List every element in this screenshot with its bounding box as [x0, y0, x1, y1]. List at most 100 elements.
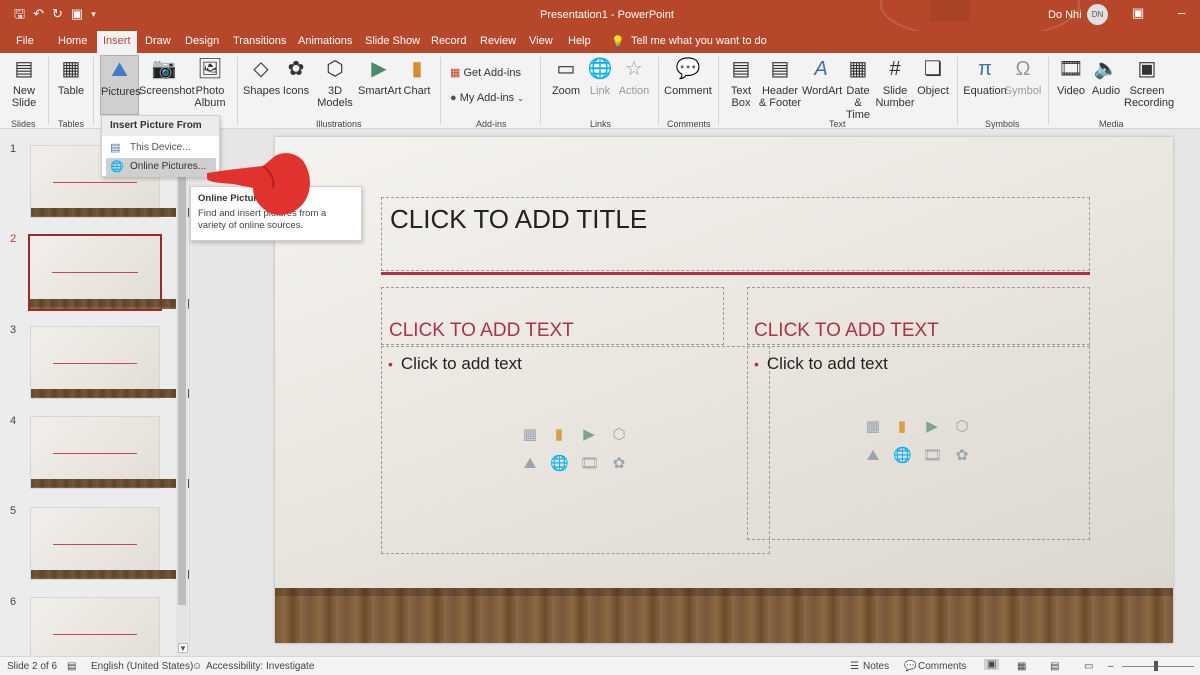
- date-time-button[interactable]: ▦ Date & Time: [842, 57, 874, 121]
- right-bullet[interactable]: • Click to add text: [754, 354, 888, 374]
- slide-thumbnail[interactable]: [30, 326, 189, 399]
- zoom-button[interactable]: ▭ Zoom: [548, 57, 584, 97]
- 3d-models-button[interactable]: ⬡ 3D Models: [313, 57, 357, 109]
- get-addins-button[interactable]: ▦ Get Add-ins: [450, 66, 521, 79]
- header-footer-button[interactable]: ▤ Header & Footer: [758, 57, 802, 109]
- chart-button[interactable]: ▮ Chart: [403, 57, 431, 97]
- tell-me-search[interactable]: Tell me what you want to do: [631, 35, 767, 47]
- insert-smartart-icon[interactable]: ▶: [580, 426, 598, 444]
- slide-thumbnail[interactable]: [30, 416, 189, 489]
- accessibility-status[interactable]: Accessibility: Investigate: [206, 661, 314, 672]
- insert-icon-icon[interactable]: ✿: [610, 455, 628, 473]
- insert-chart-icon[interactable]: ▮: [550, 426, 568, 444]
- zoom-out-icon[interactable]: –: [1108, 661, 1114, 672]
- audio-button[interactable]: 🔈 Audio: [1090, 57, 1122, 97]
- shapes-button[interactable]: ◇ Shapes: [243, 57, 280, 97]
- action-button[interactable]: ☆ Action: [617, 57, 651, 97]
- link-button[interactable]: 🌐 Link: [586, 57, 614, 97]
- minimize-icon[interactable]: –: [1178, 5, 1185, 20]
- pictures-icon: ⛰: [111, 59, 128, 81]
- group-label-tables: Tables: [58, 119, 85, 129]
- my-addins-button[interactable]: ● My Add-ins ⌄: [450, 92, 524, 104]
- normal-view-icon[interactable]: ▣: [984, 659, 1000, 670]
- tab-view[interactable]: View: [529, 35, 553, 47]
- insert-icon-icon[interactable]: ✿: [953, 447, 971, 465]
- insert-picture-icon[interactable]: ⛰: [521, 455, 539, 473]
- new-slide-button[interactable]: ▤ New Slide: [6, 57, 42, 109]
- screen-recording-button[interactable]: ▣ Screen Recording: [1124, 57, 1174, 109]
- insert-table-icon[interactable]: ▦: [864, 418, 882, 436]
- slide-number-button[interactable]: # Slide Number: [875, 57, 915, 109]
- undo-icon[interactable]: ↶: [33, 5, 44, 23]
- tab-record[interactable]: Record: [431, 35, 466, 47]
- text-box-button[interactable]: ▤ Text Box: [724, 57, 758, 109]
- customize-icon[interactable]: ▾: [91, 5, 96, 23]
- screenshot-button[interactable]: 📷 Screenshot: [139, 57, 195, 97]
- tab-insert[interactable]: Insert: [97, 31, 137, 53]
- insert-chart-icon[interactable]: ▮: [893, 418, 911, 436]
- spellcheck-icon[interactable]: ▤: [67, 661, 76, 672]
- wordart-button[interactable]: A WordArt: [802, 57, 842, 97]
- insert-online-picture-icon[interactable]: 🌐: [550, 455, 569, 473]
- symbol-button[interactable]: Ω Symbol: [1004, 57, 1042, 97]
- slide-sorter-icon[interactable]: ▦: [1017, 661, 1026, 672]
- slide-thumbnail[interactable]: [30, 507, 189, 580]
- right-header-text[interactable]: CLICK TO ADD TEXT: [754, 320, 939, 342]
- scrollbar-thumb[interactable]: [178, 140, 186, 605]
- title-placeholder[interactable]: CLICK TO ADD TITLE: [381, 197, 1090, 271]
- tab-help[interactable]: Help: [568, 35, 591, 47]
- this-device-menu-item[interactable]: ▤ This Device...: [106, 139, 216, 157]
- icons-button[interactable]: ✿ Icons: [282, 57, 310, 97]
- tab-home[interactable]: Home: [58, 35, 87, 47]
- insert-table-icon[interactable]: ▦: [521, 426, 539, 444]
- right-content-placeholder[interactable]: [747, 346, 1090, 540]
- zoom-slider[interactable]: [1122, 666, 1194, 667]
- notes-button[interactable]: Notes: [863, 661, 889, 672]
- redo-icon[interactable]: ↻: [52, 5, 63, 23]
- left-content-placeholder[interactable]: [381, 346, 770, 554]
- user-name[interactable]: Do Nhi: [1048, 9, 1082, 21]
- slide-canvas[interactable]: CLICK TO ADD TITLE CLICK TO ADD TEXT • Cl…: [275, 137, 1173, 643]
- tab-design[interactable]: Design: [185, 35, 219, 47]
- avatar[interactable]: DN: [1087, 4, 1108, 25]
- tab-animations[interactable]: Animations: [298, 35, 352, 47]
- pictures-button[interactable]: ⛰ Pictures: [100, 55, 141, 115]
- slideshow-icon[interactable]: ▭: [1084, 661, 1093, 672]
- smartart-button[interactable]: ▶ SmartArt: [358, 57, 401, 97]
- video-button[interactable]: 🎞 Video: [1055, 57, 1087, 97]
- ribbon-display-icon[interactable]: ▣: [1132, 5, 1144, 21]
- scroll-down-icon[interactable]: ▼: [178, 643, 188, 653]
- object-button[interactable]: ❏ Object: [916, 57, 950, 97]
- online-pictures-menu-item[interactable]: 🌐 Online Pictures...: [106, 158, 216, 176]
- insert-video-icon[interactable]: 🎞: [923, 447, 942, 465]
- equation-button[interactable]: π Equation: [962, 57, 1008, 97]
- insert-smartart-icon[interactable]: ▶: [923, 418, 941, 436]
- zoom-slider-thumb[interactable]: [1154, 661, 1158, 671]
- wood-floor-decoration: [275, 588, 1173, 643]
- insert-video-icon[interactable]: 🎞: [580, 455, 599, 473]
- tab-slide-show[interactable]: Slide Show: [365, 35, 420, 47]
- comments-button[interactable]: Comments: [918, 661, 966, 672]
- language-status[interactable]: English (United States): [91, 661, 193, 672]
- tab-review[interactable]: Review: [480, 35, 516, 47]
- tab-file[interactable]: File: [16, 35, 34, 47]
- title-bar: 🖫 ↶ ↻ ▣ ▾ Presentation1 - PowerPoint Do …: [0, 0, 1200, 31]
- insert-online-picture-icon[interactable]: 🌐: [893, 447, 912, 465]
- slide-thumbnail-selected[interactable]: [28, 234, 189, 311]
- slide-title[interactable]: CLICK TO ADD TITLE: [390, 204, 647, 235]
- insert-picture-icon[interactable]: ⛰: [864, 447, 882, 465]
- present-icon[interactable]: ▣: [71, 5, 83, 23]
- insert-3d-model-icon[interactable]: ⬡: [953, 418, 971, 436]
- table-icon: ▦: [61, 58, 81, 80]
- left-bullet[interactable]: • Click to add text: [388, 354, 522, 374]
- slide-thumbnail[interactable]: [30, 597, 160, 656]
- reading-view-icon[interactable]: ▤: [1050, 661, 1059, 672]
- save-icon[interactable]: 🖫: [14, 5, 25, 23]
- left-header-text[interactable]: CLICK TO ADD TEXT: [389, 320, 574, 342]
- tab-draw[interactable]: Draw: [145, 35, 171, 47]
- comment-button[interactable]: 💬 Comment: [664, 57, 712, 97]
- photo-album-button[interactable]: 🖼 Photo Album: [190, 57, 230, 109]
- table-button[interactable]: ▦ Table: [55, 57, 87, 97]
- tab-transitions[interactable]: Transitions: [233, 35, 286, 47]
- insert-3d-model-icon[interactable]: ⬡: [610, 426, 628, 444]
